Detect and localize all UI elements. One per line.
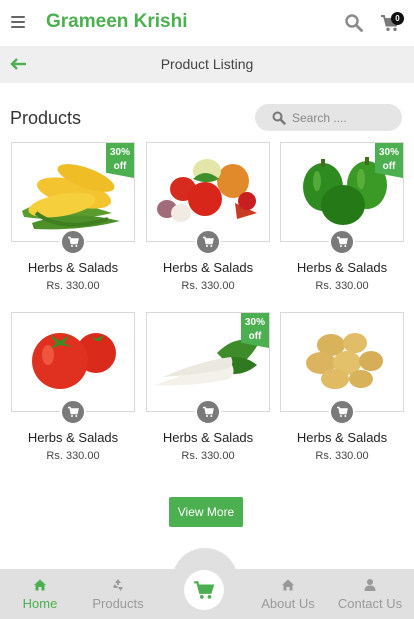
product-image[interactable]: 30% off [280,142,404,242]
nav-label: Products [92,596,144,611]
product-price: Rs. 330.00 [315,280,369,292]
search-icon [272,111,286,125]
cart-icon [203,236,214,247]
product-price: Rs. 330.00 [315,450,369,462]
center-cart-button[interactable] [184,570,224,610]
page-header: Product Listing [0,46,414,83]
cart-icon [337,236,348,247]
add-to-cart-button[interactable] [329,229,355,255]
cart-icon [203,406,214,417]
add-to-cart-button[interactable] [60,399,86,425]
top-app-bar: Grameen Krishi 0 [0,0,414,46]
discount-badge: 30% off [106,143,134,178]
discount-badge: 30% off [375,143,403,178]
product-image[interactable] [280,312,404,412]
nav-item-home[interactable]: Home [0,569,80,619]
product-card[interactable]: Herbs & Salads Rs. 330.00 [146,142,270,302]
add-to-cart-button[interactable] [329,399,355,425]
app-title: Grameen Krishi [46,11,188,32]
nav-label: About Us [261,596,315,611]
view-more-button[interactable]: View More [169,497,243,527]
product-card[interactable]: Herbs & Salads Rs. 330.00 [11,312,135,472]
product-card[interactable]: 30% off Herbs & Salads Rs. 330.00 [146,312,270,472]
nav-label: Contact Us [337,596,403,611]
cart-count-badge: 0 [391,12,404,25]
hamburger-menu-icon[interactable] [11,16,25,28]
page-title: Product Listing [160,56,254,72]
search-input[interactable] [292,107,396,128]
product-name: Herbs & Salads [296,260,388,275]
product-card[interactable]: Herbs & Salads Rs. 330.00 [280,312,404,472]
recycle-icon [113,579,123,591]
product-image[interactable]: 30% off [146,312,270,412]
nav-label: Home [22,596,58,611]
add-to-cart-button[interactable] [60,229,86,255]
add-to-cart-button[interactable] [195,229,221,255]
product-name: Herbs & Salads [296,430,388,445]
search-icon[interactable] [345,14,363,32]
product-name: Herbs & Salads [162,260,254,275]
tomatoes-image [32,333,116,389]
product-price: Rs. 330.00 [46,280,100,292]
cart-icon [68,406,79,417]
product-card[interactable]: 30% off Herbs & Salads Rs. 330.00 [280,142,404,302]
cart-icon [194,581,215,599]
product-name: Herbs & Salads [27,260,119,275]
nav-item-contact-us[interactable]: Contact Us [330,569,410,619]
product-price: Rs. 330.00 [181,280,235,292]
product-image[interactable] [146,142,270,242]
products-heading: Products [10,108,82,128]
product-search[interactable] [255,104,402,131]
product-price: Rs. 330.00 [46,450,100,462]
cart-icon [68,236,79,247]
product-image[interactable]: 30% off [11,142,135,242]
cart-icon [337,406,348,417]
product-card[interactable]: 30% off Herbs & Salads Rs. 330.00 [11,142,135,302]
person-icon [364,579,376,591]
nav-item-about-us[interactable]: About Us [248,569,328,619]
product-name: Herbs & Salads [27,430,119,445]
product-price: Rs. 330.00 [181,450,235,462]
product-name: Herbs & Salads [162,430,254,445]
discount-badge: 30% off [241,313,269,348]
add-to-cart-button[interactable] [195,399,221,425]
home-icon [282,579,294,591]
nav-item-products[interactable]: Products [78,569,158,619]
product-image[interactable] [11,312,135,412]
mixed-vegetables-image [157,159,257,222]
potatoes-image [306,333,383,389]
home-icon [34,579,46,591]
